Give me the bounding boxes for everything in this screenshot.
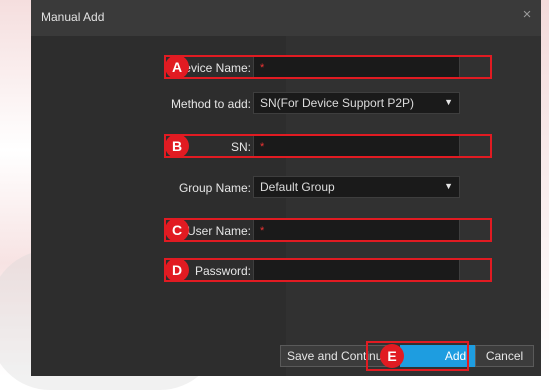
manual-add-dialog: Manual Add × Device Name: * Method to ad… <box>31 0 541 376</box>
highlight-user-name <box>164 218 492 242</box>
close-icon[interactable]: × <box>519 7 535 23</box>
badge-c: C <box>165 218 189 242</box>
dialog-title: Manual Add <box>41 10 105 24</box>
method-select[interactable]: SN(For Device Support P2P) ▼ <box>253 92 460 114</box>
badge-b: B <box>165 134 189 158</box>
group-name-value: Default Group <box>260 180 335 194</box>
group-name-select[interactable]: Default Group ▼ <box>253 176 460 198</box>
highlight-password <box>164 258 492 282</box>
background-right-strip <box>541 0 549 376</box>
chevron-down-icon: ▼ <box>444 97 453 107</box>
chevron-down-icon: ▼ <box>444 181 453 191</box>
method-value: SN(For Device Support P2P) <box>260 96 415 110</box>
method-label: Method to add: <box>170 97 251 111</box>
badge-a: A <box>165 55 189 79</box>
dialog-titlebar: Manual Add × <box>31 0 541 36</box>
cancel-button[interactable]: Cancel <box>475 345 534 367</box>
group-name-label: Group Name: <box>178 181 251 195</box>
highlight-sn <box>164 134 492 158</box>
highlight-device-name <box>164 55 492 79</box>
badge-e: E <box>380 344 404 368</box>
badge-d: D <box>165 258 189 282</box>
